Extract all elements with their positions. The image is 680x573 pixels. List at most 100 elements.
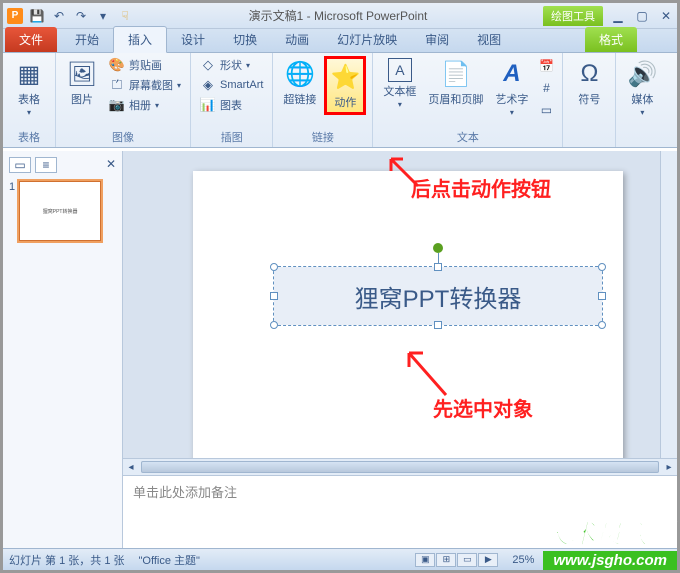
album-button[interactable]: 📷相册 ▾	[106, 96, 184, 114]
symbol-button[interactable]: Ω 符号	[569, 56, 609, 109]
minimize-icon[interactable]: ▁	[611, 9, 625, 23]
resize-handle-se[interactable]	[598, 321, 606, 329]
chevron-down-icon: ▾	[510, 108, 514, 117]
text-content[interactable]: 狸窝PPT转换器	[274, 267, 602, 325]
redo-icon[interactable]: ↷	[73, 8, 89, 24]
save-icon[interactable]: 💾	[29, 8, 45, 24]
ribbon-tabs: 文件 开始 插入 设计 切换 动画 幻灯片放映 审阅 视图 格式	[3, 29, 677, 53]
chevron-down-icon: ▾	[27, 108, 31, 117]
rotation-handle[interactable]	[433, 243, 443, 253]
selected-text-object[interactable]: 狸窝PPT转换器	[273, 266, 603, 326]
tab-format[interactable]: 格式	[585, 27, 637, 52]
panel-close-icon[interactable]: ✕	[106, 157, 116, 175]
media-label: 媒体	[631, 91, 653, 107]
notes-placeholder: 单击此处添加备注	[133, 485, 237, 500]
picture-label: 图片	[71, 91, 93, 107]
tab-file[interactable]: 文件	[5, 27, 57, 52]
sorter-view-icon[interactable]: ⊞	[436, 553, 456, 567]
slide-number-icon[interactable]: #	[536, 78, 556, 98]
group-media: 🔊 媒体 ▾	[616, 53, 668, 147]
action-label: 动作	[334, 94, 356, 110]
slide[interactable]: 狸窝PPT转换器	[193, 171, 623, 491]
group-label-text: 文本	[379, 128, 556, 146]
thumb-text: 狸窝PPT转换器	[43, 208, 78, 215]
object-icon[interactable]: ▭	[536, 100, 556, 120]
table-button[interactable]: ▦ 表格 ▾	[9, 56, 49, 119]
header-footer-button[interactable]: 📄 页眉和页脚	[424, 56, 487, 109]
tab-design[interactable]: 设计	[167, 27, 219, 52]
group-text: A 文本框 ▾ 📄 页眉和页脚 A 艺术字 ▾ 📅 # ▭ 文本	[373, 53, 563, 147]
shapes-button[interactable]: ◇形状 ▾	[197, 56, 266, 74]
status-slide-info: 幻灯片 第 1 张，共 1 张	[9, 552, 125, 568]
symbol-icon: Ω	[573, 58, 605, 90]
textbox-button[interactable]: A 文本框 ▾	[379, 56, 420, 111]
slide-thumbnail-item[interactable]: 1 狸窝PPT转换器	[9, 181, 116, 241]
tab-animations[interactable]: 动画	[271, 27, 323, 52]
clipart-button[interactable]: 🎨剪贴画	[106, 56, 184, 74]
chevron-down-icon: ▾	[640, 108, 644, 117]
table-icon: ▦	[13, 58, 45, 90]
horizontal-scrollbar[interactable]: ◂ ▸	[123, 458, 677, 475]
album-label: 相册	[129, 97, 151, 113]
slides-view-tab[interactable]: ▭	[9, 157, 31, 173]
annotation-action-text: 后点击动作按钮	[411, 173, 551, 202]
smartart-button[interactable]: ◈SmartArt	[197, 76, 266, 94]
tab-home[interactable]: 开始	[61, 27, 113, 52]
resize-handle-ne[interactable]	[598, 263, 606, 271]
resize-handle-e[interactable]	[598, 292, 606, 300]
normal-view-icon[interactable]: ▣	[415, 553, 435, 567]
hyperlink-button[interactable]: 🌐 超链接	[279, 56, 320, 109]
resize-handle-n[interactable]	[434, 263, 442, 271]
clipart-icon: 🎨	[109, 57, 125, 73]
slide-number: 1	[9, 181, 15, 241]
reading-view-icon[interactable]: ▭	[457, 553, 477, 567]
scroll-right-icon[interactable]: ▸	[661, 459, 677, 475]
group-label-media	[622, 144, 662, 146]
resize-handle-s[interactable]	[434, 321, 442, 329]
wordart-button[interactable]: A 艺术字 ▾	[491, 56, 532, 119]
chevron-down-icon: ▾	[398, 100, 402, 109]
resize-handle-sw[interactable]	[270, 321, 278, 329]
slideshow-view-icon[interactable]: ▶	[478, 553, 498, 567]
resize-handle-w[interactable]	[270, 292, 278, 300]
date-time-icon[interactable]: 📅	[536, 56, 556, 76]
outline-view-tab[interactable]: ≡	[35, 157, 57, 173]
close-icon[interactable]: ✕	[659, 9, 673, 23]
picture-icon: 🖼	[66, 58, 98, 90]
view-buttons: ▣ ⊞ ▭ ▶	[415, 553, 498, 567]
picture-button[interactable]: 🖼 图片	[62, 56, 102, 109]
header-footer-label: 页眉和页脚	[428, 91, 483, 107]
album-icon: 📷	[109, 97, 125, 113]
group-label-images: 图像	[62, 128, 184, 146]
scrollbar-thumb[interactable]	[141, 461, 659, 473]
screenshot-button[interactable]: ⏍屏幕截图 ▾	[106, 76, 184, 94]
group-label-tables: 表格	[9, 128, 49, 146]
tab-view[interactable]: 视图	[463, 27, 515, 52]
media-icon: 🔊	[626, 58, 658, 90]
group-images: 🖼 图片 🎨剪贴画 ⏍屏幕截图 ▾ 📷相册 ▾ 图像	[56, 53, 191, 147]
zoom-percent: 25%	[512, 554, 534, 566]
shapes-icon: ◇	[200, 57, 216, 73]
undo-icon[interactable]: ↶	[51, 8, 67, 24]
tab-review[interactable]: 审阅	[411, 27, 463, 52]
action-button[interactable]: ⭐ 动作	[324, 56, 366, 115]
header-footer-icon: 📄	[440, 58, 472, 90]
resize-handle-nw[interactable]	[270, 263, 278, 271]
qat-dropdown-icon[interactable]: ▾	[95, 8, 111, 24]
watermark: 技术员联盟 www.jsgho.com	[543, 514, 677, 570]
tab-transitions[interactable]: 切换	[219, 27, 271, 52]
pointer-icon[interactable]: ☟	[117, 8, 133, 24]
vertical-scrollbar[interactable]	[660, 151, 677, 458]
slide-thumbnail[interactable]: 狸窝PPT转换器	[19, 181, 101, 241]
chart-button[interactable]: 📊图表	[197, 96, 266, 114]
tab-insert[interactable]: 插入	[113, 26, 167, 53]
hyperlink-icon: 🌐	[284, 58, 316, 90]
tab-slideshow[interactable]: 幻灯片放映	[323, 27, 411, 52]
app-icon: P	[7, 8, 23, 24]
media-button[interactable]: 🔊 媒体 ▾	[622, 56, 662, 119]
ribbon: ▦ 表格 ▾ 表格 🖼 图片 🎨剪贴画 ⏍屏幕截图 ▾ 📷相册 ▾ 图像 ◇形状…	[3, 53, 677, 148]
maximize-icon[interactable]: ▢	[635, 9, 649, 23]
scroll-left-icon[interactable]: ◂	[123, 459, 139, 475]
group-links: 🌐 超链接 ⭐ 动作 链接	[273, 53, 373, 147]
smartart-label: SmartArt	[220, 79, 263, 91]
